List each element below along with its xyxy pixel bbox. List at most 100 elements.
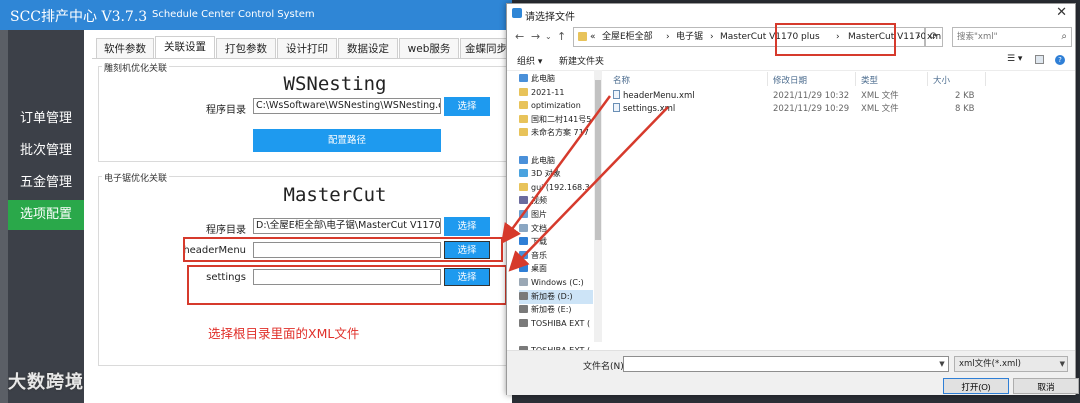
filetype-value: xml文件(*.xml) [959, 359, 1021, 369]
scc-title-bar: SCC排产中心 V3.7.3 Schedule Center Control S… [0, 0, 512, 30]
nav-item[interactable]: 下载 [519, 235, 593, 249]
annotation-box-settings [187, 265, 507, 305]
filetype-select[interactable]: xml文件(*.xml) ▼ [954, 356, 1068, 372]
column-header-date[interactable]: 修改日期 [773, 74, 807, 86]
nav-item[interactable]: optimization [519, 99, 593, 113]
file-type: XML 文件 [861, 104, 899, 114]
nav-scrollbar-thumb[interactable] [595, 80, 601, 240]
folder-icon [519, 250, 528, 259]
breadcrumb-overflow[interactable]: « [590, 28, 596, 46]
nav-item[interactable]: 图片 [519, 208, 593, 222]
tab-design-print[interactable]: 设计打印 [277, 38, 337, 58]
file-dialog: 请选择文件 ✕ ← → ⌄ ↑ « 全屋E柜全部 › 电子锯 › MasterC… [506, 3, 1079, 395]
app-title: SCC排产中心 V3.7.3 [10, 9, 148, 25]
nav-item[interactable]: 视频 [519, 194, 593, 208]
organize-button[interactable]: 组织 ▾ [517, 54, 542, 67]
watermark-logo: 大数跨境 [8, 372, 84, 393]
nav-item-label: 音乐 [531, 250, 547, 260]
nav-item[interactable]: gui (192.168.3 [519, 181, 593, 195]
chevron-down-icon[interactable]: ▼ [936, 357, 948, 371]
dialog-title-bar: 请选择文件 ✕ [507, 4, 1075, 24]
nav-item[interactable]: Windows (C:) [519, 276, 593, 290]
nav-item[interactable]: 文档 [519, 222, 593, 236]
file-name-cell: headerMenu.xml [613, 90, 695, 103]
nav-item[interactable]: 音乐 [519, 249, 593, 263]
nav-item[interactable]: 国和二村141号5 [519, 113, 593, 127]
tab-packing-params[interactable]: 打包参数 [216, 38, 276, 58]
filename-input[interactable]: ▼ [623, 356, 949, 372]
sidebar-item-options[interactable]: 选项配置 [8, 200, 84, 230]
mastercut-dir-input[interactable]: D:\全屋E柜全部\电子锯\MasterCut V1170 plus\ [253, 218, 441, 234]
breadcrumb-separator[interactable]: › [666, 28, 670, 46]
forward-arrow-icon[interactable]: → [531, 30, 540, 43]
nav-scrollbar[interactable] [594, 70, 602, 342]
mastercut-select-button[interactable]: 选择 [444, 217, 490, 236]
sidebar-item-batches[interactable]: 批次管理 [8, 136, 84, 166]
file-size: 2 KB [955, 91, 975, 101]
nav-item[interactable]: TOSHIBA EXT ( [519, 317, 593, 331]
search-icon[interactable]: ⌕ [1061, 28, 1067, 46]
new-folder-button[interactable]: 新建文件夹 [559, 54, 604, 67]
folder-icon [519, 305, 528, 314]
tab-web-service[interactable]: web服务 [399, 38, 459, 58]
help-icon[interactable]: ? [1055, 55, 1065, 65]
folder-icon [519, 278, 528, 286]
file-type: XML 文件 [861, 91, 899, 101]
up-arrow-icon[interactable]: ↑ [557, 30, 566, 43]
nav-item[interactable]: 桌面 [519, 262, 593, 276]
column-header-type[interactable]: 类型 [861, 74, 878, 86]
file-row-settings[interactable]: settings.xml 2021/11/29 10:29 XML 文件 8 K… [605, 103, 1065, 116]
open-button[interactable]: 打开(O) [943, 378, 1009, 394]
nav-item[interactable]: 此电脑 [519, 72, 593, 86]
annotation-box-headermenu [183, 237, 503, 262]
config-path-button[interactable]: 配置路径 [253, 129, 441, 152]
tab-software-params[interactable]: 软件参数 [96, 38, 154, 58]
file-date: 2021/11/29 10:29 [773, 104, 850, 114]
refresh-icon[interactable]: ⟳ [925, 27, 943, 47]
preview-pane-icon[interactable] [1035, 55, 1044, 64]
sidebar-item-orders[interactable]: 订单管理 [8, 104, 84, 134]
column-header-name[interactable]: 名称 [613, 74, 630, 86]
dialog-title: 请选择文件 [525, 12, 575, 23]
sidebar: 订单管理 批次管理 五金管理 选项配置 [8, 30, 84, 403]
back-arrow-icon[interactable]: ← [515, 30, 524, 43]
cancel-button[interactable]: 取消 [1013, 378, 1079, 394]
file-row-headermenu[interactable]: headerMenu.xml 2021/11/29 10:32 XML 文件 2… [605, 90, 1065, 103]
nav-item[interactable]: 未命名方案 717 [519, 126, 593, 140]
file-name: settings.xml [623, 104, 676, 114]
column-header-size[interactable]: 大小 [933, 74, 950, 86]
breadcrumb-item[interactable]: 全屋E柜全部 [602, 28, 653, 46]
file-name: headerMenu.xml [623, 91, 695, 101]
nav-item-label: gui (192.168.3 [531, 182, 590, 192]
nav-item-label: 新加卷 (E:) [531, 305, 572, 315]
view-options-icon[interactable]: ☰ ▾ [1007, 54, 1022, 64]
nav-item-label: 图片 [531, 210, 547, 219]
search-input[interactable]: 搜索"xml" ⌕ [952, 27, 1072, 47]
sidebar-item-hardware[interactable]: 五金管理 [8, 168, 84, 198]
file-name-cell: settings.xml [613, 103, 675, 116]
nav-item[interactable]: 2021-11 [519, 86, 593, 100]
nav-item [519, 140, 593, 154]
nav-item[interactable]: 3D 对象 [519, 167, 593, 181]
wsnesting-dir-input[interactable]: C:\WsSoftware\WSNesting\WSNesting.exe [253, 98, 441, 114]
breadcrumb-separator[interactable]: › [917, 28, 921, 46]
nav-item-label: 此电脑 [531, 74, 555, 83]
folder-icon [578, 32, 587, 41]
folder-icon [519, 210, 528, 218]
nav-item[interactable]: 新加卷 (E:) [519, 303, 593, 317]
nav-item-label: optimization [531, 101, 581, 111]
tab-association[interactable]: 关联设置 [155, 36, 215, 58]
close-icon[interactable]: ✕ [1056, 5, 1067, 20]
nav-item-label: 视频 [531, 196, 547, 206]
breadcrumb-item[interactable]: 电子锯 [676, 28, 703, 46]
wsnesting-select-button[interactable]: 选择 [444, 97, 490, 116]
xml-file-icon [613, 103, 620, 112]
recent-dropdown-icon[interactable]: ⌄ [545, 32, 552, 41]
breadcrumb-separator[interactable]: › [710, 28, 714, 46]
nav-item[interactable]: 新加卷 (D:) [519, 289, 593, 304]
tab-data-settings[interactable]: 数据设定 [338, 38, 398, 58]
tab-kingdee-sync[interactable]: 金蝶同步 [460, 38, 512, 58]
annotation-box-xml-path [775, 23, 896, 56]
nav-item[interactable]: 此电脑 [519, 154, 593, 168]
chevron-down-icon[interactable]: ▼ [1060, 357, 1065, 371]
